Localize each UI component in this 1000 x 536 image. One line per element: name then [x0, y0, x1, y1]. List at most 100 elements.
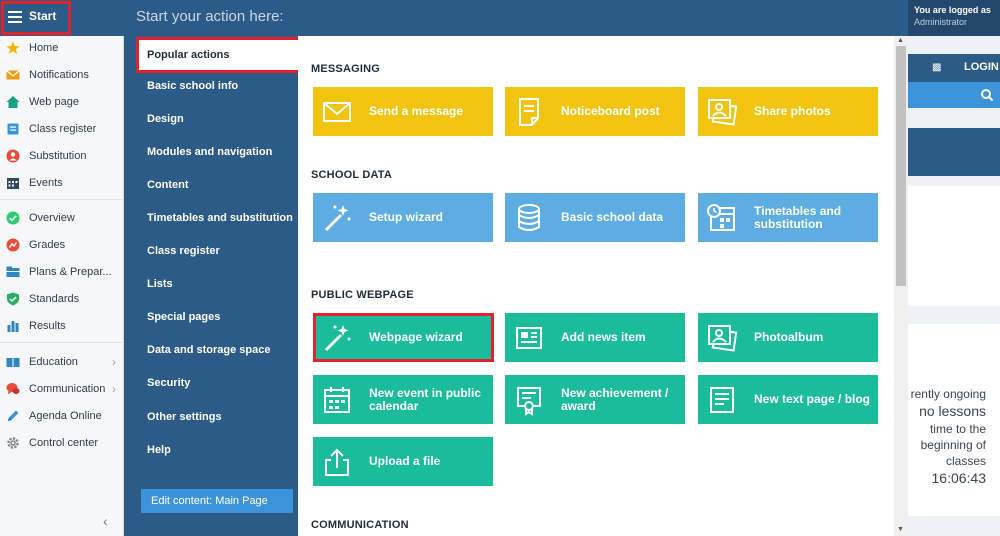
sidebar-item-notifications[interactable]: Notifications	[0, 64, 124, 86]
search-icon[interactable]	[980, 88, 994, 102]
sidebar-item-agenda-online[interactable]: Agenda Online	[0, 405, 124, 427]
sidebar-divider	[0, 199, 124, 200]
sidebar-item-label: Communication	[29, 383, 106, 395]
envelope-icon	[6, 68, 20, 82]
category-data-storage[interactable]: Data and storage space	[147, 344, 271, 356]
section-messaging: MESSAGING	[311, 63, 381, 75]
chat-icon	[6, 382, 20, 396]
noticeboard-post-tile[interactable]: Noticeboard post	[505, 87, 685, 136]
grades-icon	[6, 238, 20, 252]
uk-flag-icon[interactable]: ▩	[932, 62, 941, 73]
magic-wand-icon	[324, 204, 351, 231]
tile-label: Send a message	[369, 104, 464, 118]
section-school-data: SCHOOL DATA	[311, 169, 393, 181]
category-timetables-substitution[interactable]: Timetables and substitution	[147, 212, 293, 224]
send-message-tile[interactable]: Send a message	[313, 87, 493, 136]
category-modules-navigation[interactable]: Modules and navigation	[147, 146, 272, 158]
edit-content-button[interactable]: Edit content: Main Page	[141, 489, 293, 513]
login-link[interactable]: LOGIN	[964, 61, 999, 73]
chevron-right-icon: ›	[112, 355, 116, 369]
scroll-down-icon[interactable]: ▼	[897, 526, 904, 533]
left-sidebar: Start Home Notifications Web page Class …	[0, 0, 124, 536]
sidebar-item-label: Home	[29, 42, 59, 54]
new-event-tile[interactable]: New event in public calendar	[313, 375, 493, 424]
sidebar-item-home[interactable]: Home	[0, 37, 124, 59]
sidebar-item-label: Overview	[29, 212, 75, 224]
sidebar-divider	[0, 342, 124, 343]
sidebar-item-overview[interactable]: Overview	[0, 207, 124, 229]
tile-label: Upload a file	[369, 454, 441, 468]
category-list: Popular actions Basic school info Design…	[124, 36, 302, 536]
upload-icon	[325, 448, 349, 476]
setup-wizard-tile[interactable]: Setup wizard	[313, 193, 493, 242]
check-circle-icon	[6, 211, 20, 225]
tile-label: Webpage wizard	[369, 330, 463, 344]
tile-label-line: calendar	[369, 398, 419, 413]
start-menu-button[interactable]: Start	[0, 0, 124, 36]
section-communication: COMMUNICATION	[311, 519, 409, 531]
tile-label: Add news item	[561, 330, 646, 344]
sidebar-item-plans[interactable]: Plans & Prepar...	[0, 261, 124, 283]
category-design[interactable]: Design	[147, 113, 184, 125]
collapse-sidebar-icon[interactable]: ‹	[103, 513, 108, 529]
tile-label-line: New achievement /	[561, 385, 669, 400]
new-text-page-tile[interactable]: New text page / blog	[698, 375, 878, 424]
ongoing-text: rently ongoing	[910, 387, 986, 401]
scrollbar-thumb[interactable]	[896, 46, 906, 286]
category-class-register[interactable]: Class register	[147, 245, 220, 257]
sidebar-item-substitution[interactable]: Substitution	[0, 145, 124, 167]
action-search-bar[interactable]: Start your action here:	[124, 0, 908, 36]
sidebar-item-label: Events	[29, 177, 63, 189]
scroll-up-icon[interactable]: ▲	[897, 37, 904, 44]
basic-school-data-tile[interactable]: Basic school data	[505, 193, 685, 242]
sidebar-item-grades[interactable]: Grades	[0, 234, 124, 256]
substitution-icon	[6, 149, 20, 163]
sidebar-item-events[interactable]: Events	[0, 172, 124, 194]
sidebar-item-label: Web page	[29, 96, 79, 108]
start-highlight	[1, 1, 71, 35]
upload-file-tile[interactable]: Upload a file	[313, 437, 493, 486]
notice-document-icon	[519, 97, 539, 126]
category-popular-actions[interactable]: Popular actions	[136, 37, 302, 73]
envelope-icon	[323, 101, 351, 122]
panel-scrollbar[interactable]: ▲ ▼	[894, 36, 908, 536]
action-search-prompt: Start your action here:	[136, 8, 284, 25]
pencil-icon	[6, 409, 20, 423]
photos-icon	[708, 98, 738, 126]
sidebar-item-education[interactable]: Education ›	[0, 351, 124, 373]
timetables-substitution-tile[interactable]: Timetables and substitution	[698, 193, 878, 242]
section-public-webpage: PUBLIC WEBPAGE	[311, 289, 414, 301]
sidebar-item-class-register[interactable]: Class register	[0, 118, 124, 140]
sidebar-item-control-center[interactable]: Control center	[0, 432, 124, 454]
tile-label-line: substitution	[754, 216, 823, 231]
category-lists[interactable]: Lists	[147, 278, 173, 290]
tile-label: New text page / blog	[754, 392, 871, 406]
background-site: ▩ LOGIN rently ongoing no lessons time t…	[908, 36, 1000, 536]
add-news-item-tile[interactable]: Add news item	[505, 313, 685, 362]
category-security[interactable]: Security	[147, 377, 190, 389]
text-page-icon	[710, 386, 734, 413]
register-icon	[6, 122, 20, 136]
new-achievement-tile[interactable]: New achievement / award	[505, 375, 685, 424]
tile-label: Noticeboard post	[561, 104, 660, 118]
category-special-pages[interactable]: Special pages	[147, 311, 220, 323]
folder-icon	[6, 265, 20, 279]
tile-label: Share photos	[754, 104, 831, 118]
sidebar-item-communication[interactable]: Communication ›	[0, 378, 124, 400]
tile-label-line: Timetables and	[754, 203, 842, 218]
webpage-wizard-tile[interactable]: Webpage wizard	[313, 313, 493, 362]
category-help[interactable]: Help	[147, 444, 171, 456]
sidebar-item-results[interactable]: Results	[0, 315, 124, 337]
sidebar-item-web-page[interactable]: Web page	[0, 91, 124, 113]
certificate-icon	[517, 386, 541, 416]
tile-label: Basic school data	[561, 210, 664, 224]
sidebar-item-standards[interactable]: Standards	[0, 288, 124, 310]
sidebar-item-label: Standards	[29, 293, 80, 305]
share-photos-tile[interactable]: Share photos	[698, 87, 878, 136]
category-other-settings[interactable]: Other settings	[147, 411, 222, 423]
site-search-bar[interactable]	[908, 82, 1000, 108]
photoalbum-tile[interactable]: Photoalbum	[698, 313, 878, 362]
actions-panel: MESSAGING Send a message Noticeboard pos…	[298, 36, 894, 536]
category-content[interactable]: Content	[147, 179, 189, 191]
category-basic-school-info[interactable]: Basic school info	[147, 80, 238, 92]
